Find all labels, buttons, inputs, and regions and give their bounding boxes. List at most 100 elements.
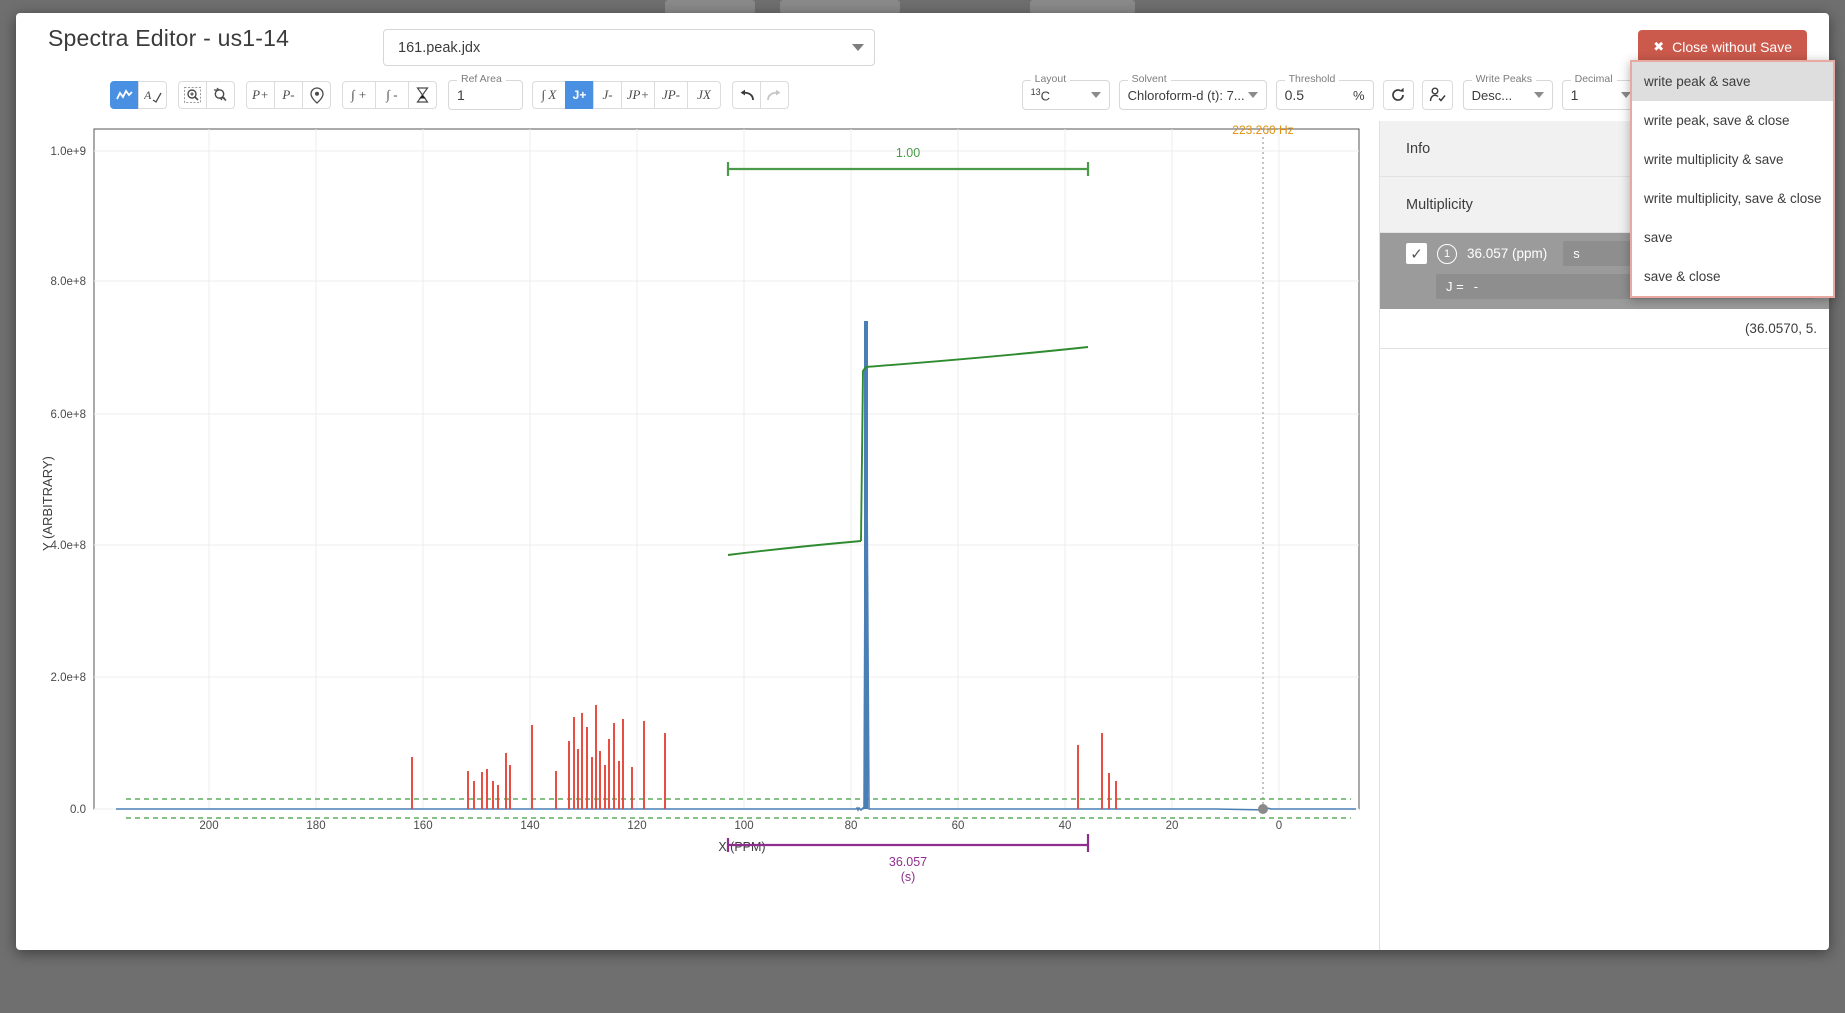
write-peaks-field[interactable]: Write Peaks Desc... [1463,80,1553,110]
multiplicity-remove-button[interactable]: J- [593,81,622,109]
j-value: - [1474,279,1478,294]
ref-area-value: 1 [457,87,465,103]
toolbar-group-j: ∫ X J+ J- JP+ JP- JX [532,81,721,109]
menu-item-save[interactable]: save [1632,218,1833,257]
cursor-marker [1258,804,1268,814]
menu-item-write-multiplicity-save[interactable]: write multiplicity & save [1632,140,1833,179]
title-row: Spectra Editor - us1-14 161.peak.jdx ✖ C… [16,13,1829,73]
close-icon: ✖ [1653,39,1664,55]
multiplicity-index-badge: 1 [1437,244,1457,264]
jx-button[interactable]: JX [687,81,721,109]
peak-remove-button[interactable]: P- [274,81,303,109]
undo-button[interactable] [732,81,761,109]
cursor-ppm-label: 1.775 [1248,121,1278,122]
multiplicity-add-button[interactable]: J+ [565,81,594,109]
multiplicity-type-label: (s) [901,870,916,884]
file-select[interactable]: 161.peak.jdx [383,29,875,66]
threshold-field[interactable]: Threshold 0.5 % [1276,80,1374,110]
svg-text:40: 40 [1059,820,1072,832]
svg-text:20: 20 [1166,820,1179,832]
svg-text:180: 180 [306,820,325,832]
spectrum-svg[interactable]: 1.0e+9 8.0e+8 6.0e+8 4.0e+8 2.0e+8 0.0 2… [16,121,1376,951]
layout-value: 13C [1031,87,1050,103]
toolbar: A P+ P- ∫ + ∫ - [16,73,1829,117]
chevron-down-icon [1534,92,1544,98]
jp-add-button[interactable]: JP+ [621,81,655,109]
cursor-hz-label: 223.260 Hz [1232,123,1293,137]
close-without-save-button[interactable]: ✖ Close without Save [1638,30,1807,63]
layout-legend: Layout [1031,73,1071,85]
svg-text:140: 140 [520,820,539,832]
chevron-down-icon [852,44,864,51]
solvent-field[interactable]: Solvent Chloroform-d (t): 7... [1119,80,1267,110]
background-chip-2 [780,0,900,14]
svg-text:8.0e+8: 8.0e+8 [51,276,87,288]
integral-x-button[interactable]: ∫ X [532,81,566,109]
spectrum-plot[interactable]: Y (ARBITRARY) [16,121,1376,951]
threshold-legend: Threshold [1285,73,1340,85]
save-options-menu[interactable]: write peak & save write peak, save & clo… [1630,60,1835,298]
jp-remove-button[interactable]: JP- [654,81,688,109]
layout-field[interactable]: Layout 13C [1022,80,1110,110]
x-tick-labels: 200 180 160 140 120 100 80 60 40 20 0 [199,820,1282,832]
peak-add-button[interactable]: P+ [246,81,275,109]
decimal-field[interactable]: Decimal 1 [1562,80,1640,110]
menu-item-save-close[interactable]: save & close [1632,257,1833,296]
menu-item-write-peak-save[interactable]: write peak & save [1632,62,1833,101]
threshold-value: 0.5 [1285,87,1304,103]
write-peaks-value: Desc... [1472,88,1512,103]
ref-area-legend: Ref Area [457,73,506,85]
svg-text:200: 200 [199,820,218,832]
svg-text:120: 120 [627,820,646,832]
page-title: Spectra Editor - us1-14 [48,25,289,52]
ref-area-field[interactable]: Ref Area 1 [448,80,523,110]
y-tick-labels: 1.0e+9 8.0e+8 6.0e+8 4.0e+8 2.0e+8 0.0 [51,146,87,816]
spectrum-line-tool[interactable] [110,81,139,109]
toolbar-group-view: A [110,81,167,109]
svg-text:A: A [144,88,152,102]
background-chip-1 [665,0,755,14]
integral-value-label: 1.00 [896,146,920,160]
multiplicity-annotation [728,834,1088,852]
write-peaks-legend: Write Peaks [1472,73,1536,85]
svg-text:160: 160 [413,820,432,832]
person-check-button[interactable] [1422,80,1453,110]
svg-text:0: 0 [1276,820,1282,832]
multiplicity-checkbox[interactable]: ✓ [1406,243,1427,264]
auto-annotate-tool[interactable]: A [138,81,167,109]
zoom-select-tool[interactable] [178,81,207,109]
menu-item-write-peak-save-close[interactable]: write peak, save & close [1632,101,1833,140]
x-axis-title: X (PPM) [718,840,765,854]
integral-remove-button[interactable]: ∫ - [375,81,409,109]
integral-add-button[interactable]: ∫ + [342,81,376,109]
threshold-tool[interactable] [408,81,437,109]
toolbar-group-zoom [178,81,235,109]
screen-root: Spectra Editor - us1-14 161.peak.jdx ✖ C… [0,0,1845,1013]
threshold-unit: % [1343,88,1365,103]
decimal-legend: Decimal [1571,73,1617,85]
peak-pick-button[interactable] [302,81,331,109]
cursor-coordinates: (36.0570, 5. [1380,309,1829,349]
svg-text:4.0e+8: 4.0e+8 [51,540,87,552]
svg-text:100: 100 [734,820,753,832]
redo-button[interactable] [760,81,789,109]
main-peak-bar [864,321,868,809]
decimal-value: 1 [1571,87,1579,103]
j-label: J = [1446,279,1464,294]
svg-text:60: 60 [952,820,965,832]
svg-text:80: 80 [845,820,858,832]
solvent-legend: Solvent [1128,73,1171,85]
svg-text:0.0: 0.0 [70,804,86,816]
svg-text:6.0e+8: 6.0e+8 [51,409,87,421]
spectra-editor-modal: Spectra Editor - us1-14 161.peak.jdx ✖ C… [16,13,1829,950]
file-select-value: 161.peak.jdx [398,40,852,56]
chevron-down-icon [1248,92,1258,98]
refresh-button[interactable] [1383,80,1414,110]
menu-item-write-multiplicity-save-close[interactable]: write multiplicity, save & close [1632,179,1833,218]
toolbar-group-peaks: P+ P- [246,81,331,109]
svg-text:2.0e+8: 2.0e+8 [51,672,87,684]
close-button-label: Close without Save [1672,39,1792,55]
zoom-reset-tool[interactable] [206,81,235,109]
toolbar-group-integrals: ∫ + ∫ - [342,81,437,109]
svg-text:1.0e+9: 1.0e+9 [51,146,87,158]
